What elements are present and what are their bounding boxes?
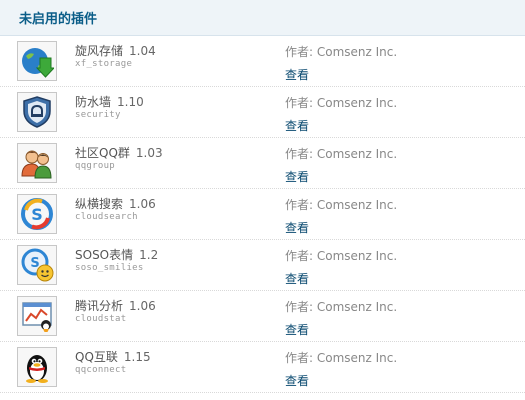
qq-penguin-icon <box>17 347 57 387</box>
plugin-row: S SOSO表情 1.2 soso_smilies 作者: Comsenz Inc… <box>0 240 525 291</box>
plugin-name: 旋风存储 <box>75 44 124 58</box>
svg-text:S: S <box>31 205 43 224</box>
section-header: 未启用的插件 <box>0 0 525 36</box>
plugin-author: 作者: Comsenz Inc. <box>285 198 398 212</box>
plugin-author: 作者: Comsenz Inc. <box>285 300 398 314</box>
plugin-version: 1.06 <box>129 299 156 313</box>
view-button[interactable]: 查看 <box>285 372 309 389</box>
plugin-name-line: 社区QQ群 1.03 <box>75 144 163 161</box>
plugin-name: 防水墙 <box>75 95 112 109</box>
plugin-name: SOSO表情 <box>75 248 134 262</box>
view-button[interactable]: 查看 <box>285 168 309 185</box>
storage-icon <box>17 41 57 81</box>
plugin-identifier: cloudstat <box>75 314 127 324</box>
plugin-identifier: cloudsearch <box>75 212 138 222</box>
plugin-row: 腾讯分析 1.06 cloudstat 作者: Comsenz Inc. 查看 <box>0 291 525 342</box>
plugin-row: 旋风存储 1.04 xf_storage 作者: Comsenz Inc. 查看 <box>0 36 525 87</box>
analytics-icon <box>17 296 57 336</box>
plugin-version: 1.10 <box>117 95 144 109</box>
search-icon: S <box>17 194 57 234</box>
plugin-identifier: xf_storage <box>75 59 133 69</box>
plugin-name-line: 腾讯分析 1.06 <box>75 297 156 314</box>
users-icon <box>17 143 57 183</box>
plugin-name: 腾讯分析 <box>75 299 124 313</box>
plugin-identifier: qqgroup <box>75 161 116 171</box>
section-title: 未启用的插件 <box>19 12 98 27</box>
plugin-list: 旋风存储 1.04 xf_storage 作者: Comsenz Inc. 查看 … <box>0 36 525 393</box>
plugin-identifier: security <box>75 110 121 120</box>
plugin-identifier: soso_smilies <box>75 263 144 273</box>
plugin-version: 1.06 <box>129 197 156 211</box>
view-button[interactable]: 查看 <box>285 66 309 83</box>
plugin-version: 1.2 <box>139 248 159 262</box>
plugin-name-line: SOSO表情 1.2 <box>75 246 158 263</box>
view-button[interactable]: 查看 <box>285 321 309 338</box>
plugin-author: 作者: Comsenz Inc. <box>285 147 398 161</box>
shield-icon <box>17 92 57 132</box>
plugin-name: 纵横搜索 <box>75 197 124 211</box>
plugin-row: 社区QQ群 1.03 qqgroup 作者: Comsenz Inc. 查看 <box>0 138 525 189</box>
smiley-search-icon: S <box>17 245 57 285</box>
plugin-author: 作者: Comsenz Inc. <box>285 45 398 59</box>
plugin-row: S 纵横搜索 1.06 cloudsearch 作者: Comsenz Inc. … <box>0 189 525 240</box>
plugin-author: 作者: Comsenz Inc. <box>285 249 398 263</box>
plugin-name: QQ互联 <box>75 350 118 364</box>
view-button[interactable]: 查看 <box>285 270 309 287</box>
plugin-name-line: 纵横搜索 1.06 <box>75 195 156 212</box>
view-button[interactable]: 查看 <box>285 117 309 134</box>
plugin-row: 防水墙 1.10 security 作者: Comsenz Inc. 查看 <box>0 87 525 138</box>
plugin-name-line: QQ互联 1.15 <box>75 348 151 365</box>
plugin-version: 1.04 <box>129 44 156 58</box>
plugin-version: 1.15 <box>123 350 151 364</box>
plugin-version: 1.03 <box>135 146 163 160</box>
plugin-author: 作者: Comsenz Inc. <box>285 351 398 365</box>
plugin-name-line: 防水墙 1.10 <box>75 93 144 110</box>
plugin-identifier: qqconnect <box>75 365 127 375</box>
plugin-name: 社区QQ群 <box>75 146 130 160</box>
plugin-name-line: 旋风存储 1.04 <box>75 42 156 59</box>
plugin-author: 作者: Comsenz Inc. <box>285 96 398 110</box>
view-button[interactable]: 查看 <box>285 219 309 236</box>
plugin-row: QQ互联 1.15 qqconnect 作者: Comsenz Inc. 查看 <box>0 342 525 393</box>
